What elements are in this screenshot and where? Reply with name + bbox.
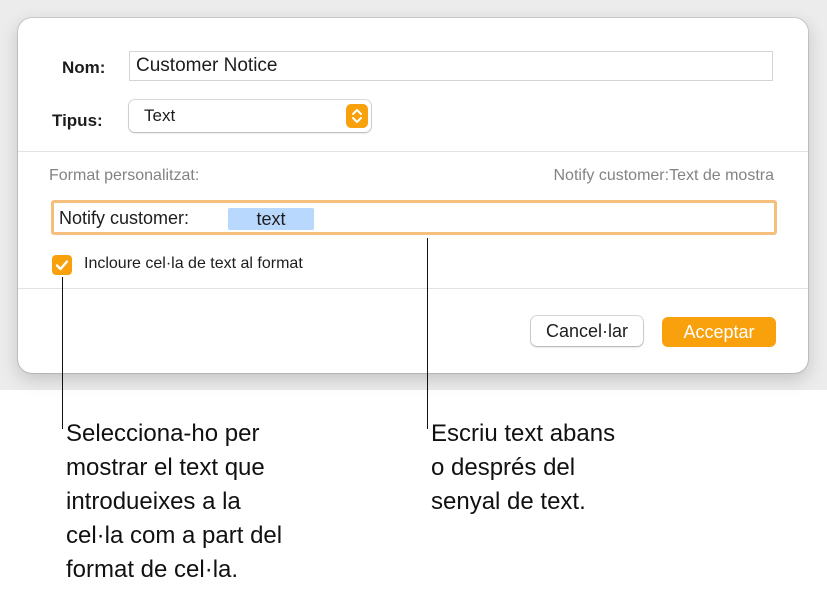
type-label: Tipus: [52,111,103,130]
include-cell-text-checkbox[interactable] [52,255,72,275]
format-prefix-text: Notify customer: [59,208,195,228]
chevron-up-down-icon [346,104,368,128]
custom-format-dialog: Nom: Customer Notice Tipus: Text Format … [18,18,808,373]
checkmark-icon [55,260,69,271]
callout-line-text: cel·la com a part del [66,522,283,549]
include-cell-text-label: Incloure cel·la de text al format [84,255,303,272]
field-callout: Escriu text abans o després del senyal d… [431,417,615,519]
field-callout-line [427,238,428,429]
type-select[interactable]: Text [129,100,371,132]
checkbox-callout: Selecciona-ho per mostrar el text que in… [66,417,282,587]
section-divider [18,151,808,152]
callout-line-text: o després del [431,454,576,481]
footer-divider [18,288,808,289]
format-preview: Notify customer:Text de mostra [553,167,774,184]
cancel-button[interactable]: Cancel·lar [531,316,643,346]
callout-line-text: mostrar el text que [66,454,265,481]
text-token[interactable]: text [228,208,314,230]
checkbox-callout-line [62,277,63,429]
callout-line-text: Selecciona-ho per [66,420,260,447]
callout-line-text: senyal de text. [431,488,586,515]
callout-line-text: format de cel·la. [66,556,239,583]
custom-format-field[interactable]: Notify customer: text [51,200,777,235]
name-input[interactable]: Customer Notice [129,51,773,81]
name-label: Nom: [62,58,106,77]
callout-line-text: introdueixes a la [66,488,241,515]
accept-button[interactable]: Acceptar [662,317,776,347]
custom-format-label: Format personalitzat: [49,167,200,184]
type-select-value: Text [144,106,176,125]
callout-line-text: Escriu text abans [431,420,616,447]
